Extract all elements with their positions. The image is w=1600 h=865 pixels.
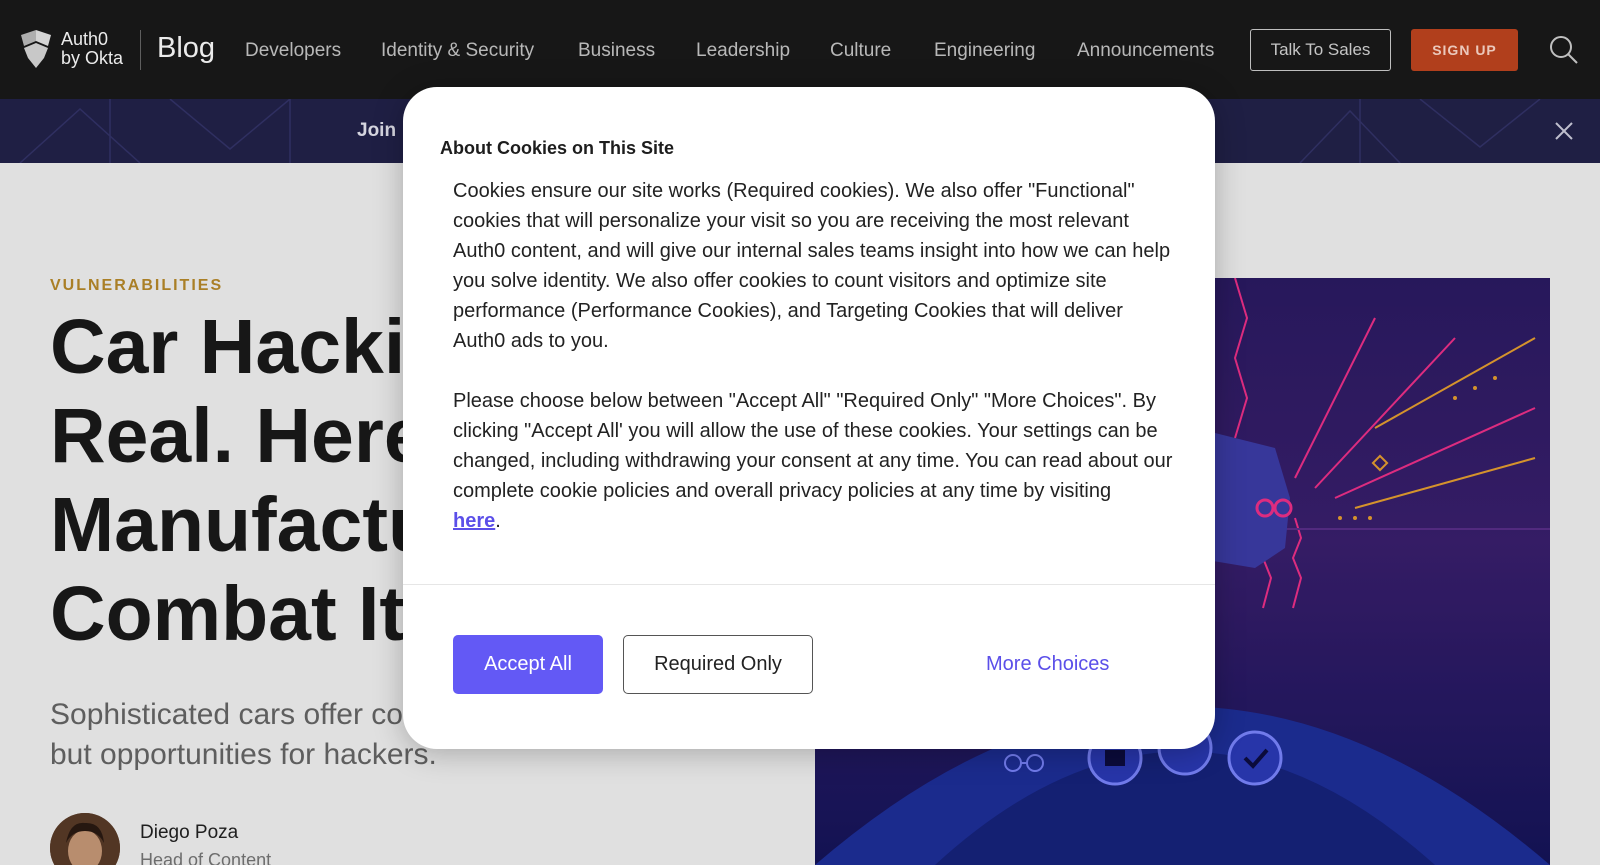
blog-label[interactable]: Blog: [157, 32, 215, 65]
nav-engineering[interactable]: Engineering: [934, 40, 1035, 62]
close-icon[interactable]: [1554, 121, 1574, 141]
more-choices-button[interactable]: More Choices: [986, 653, 1109, 676]
nav-culture[interactable]: Culture: [830, 40, 891, 62]
subtitle-line: but opportunities for hackers.: [50, 738, 437, 771]
required-only-button[interactable]: Required Only: [623, 635, 813, 694]
modal-paragraph-2: Please choose below between "Accept All"…: [453, 386, 1173, 536]
modal-body: Cookies ensure our site works (Required …: [453, 176, 1173, 566]
cookie-consent-modal: About Cookies on This Site Cookies ensur…: [403, 87, 1215, 749]
author-role: Head of Content: [140, 850, 272, 865]
nav-business[interactable]: Business: [578, 40, 655, 62]
shield-logo-icon: [21, 30, 51, 68]
sign-up-button[interactable]: SIGN UP: [1411, 29, 1518, 71]
author-name[interactable]: Diego Poza: [140, 822, 238, 844]
modal-title: About Cookies on This Site: [440, 138, 675, 158]
modal-paragraph-2-text: Please choose below between "Accept All"…: [453, 390, 1173, 502]
nav-developers[interactable]: Developers: [245, 40, 341, 62]
article-headline: Car Hackin Real. Here’ Manufactu Combat …: [50, 303, 450, 659]
article-subtitle: Sophisticated cars offer co but opportun…: [50, 695, 460, 775]
modal-divider: [403, 584, 1215, 585]
logo-text-line2: by Okta: [61, 48, 124, 68]
privacy-policy-link[interactable]: here: [453, 510, 495, 532]
modal-paragraph-1: Cookies ensure our site works (Required …: [453, 180, 1171, 352]
nav-identity-security[interactable]: Identity & Security: [381, 40, 534, 62]
banner-text[interactable]: Join: [357, 120, 396, 142]
logo-divider: [140, 30, 141, 70]
headline-line: Manufactu: [50, 482, 435, 568]
paragraph-period: .: [495, 510, 501, 532]
headline-line: Real. Here’: [50, 393, 449, 479]
article-category[interactable]: VULNERABILITIES: [50, 277, 223, 295]
nav-leadership[interactable]: Leadership: [696, 40, 790, 62]
top-navigation: Auth0 by Okta Blog Developers Identity &…: [0, 0, 1600, 99]
accept-all-button[interactable]: Accept All: [453, 635, 603, 694]
subtitle-line: Sophisticated cars offer co: [50, 698, 403, 731]
headline-line: Car Hackin: [50, 304, 450, 390]
auth0-logo[interactable]: Auth0 by Okta: [19, 28, 123, 70]
nav-announcements[interactable]: Announcements: [1077, 40, 1214, 62]
search-icon[interactable]: [1549, 35, 1579, 65]
headline-line: Combat It: [50, 571, 406, 657]
talk-to-sales-button[interactable]: Talk To Sales: [1250, 29, 1391, 71]
logo-text-line1: Auth0: [61, 29, 109, 49]
